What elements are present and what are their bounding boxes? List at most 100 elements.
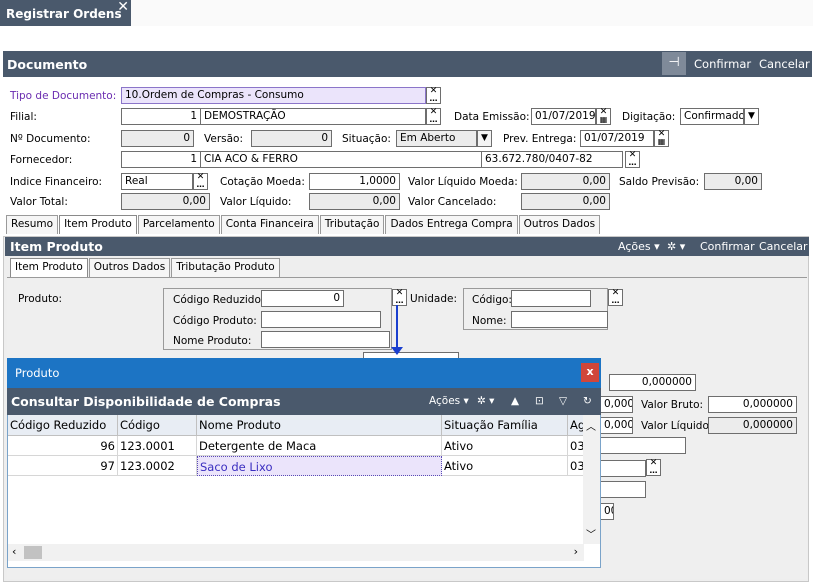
close-icon[interactable]: ✕ bbox=[117, 0, 129, 15]
table-cell[interactable]: 96 bbox=[8, 436, 118, 456]
item-cancel-button[interactable]: Cancelar bbox=[759, 240, 808, 253]
indice-input[interactable]: Real bbox=[121, 173, 193, 190]
produto-picker[interactable]: ✕… bbox=[392, 289, 407, 306]
extra-input-3[interactable] bbox=[600, 481, 646, 498]
extra-input-2[interactable] bbox=[600, 460, 646, 477]
fornecedor-code-input[interactable]: 1 bbox=[121, 151, 201, 168]
collapse-icon[interactable]: ▲ bbox=[511, 395, 519, 407]
fornecedor-label: Fornecedor: bbox=[10, 154, 73, 166]
tab-tributacao[interactable]: Tributação bbox=[319, 215, 385, 234]
col-nome-produto[interactable]: Nome Produto bbox=[197, 415, 442, 436]
subtab-outros-dados[interactable]: Outros Dados bbox=[88, 258, 171, 277]
vl-input: 0,00 bbox=[309, 193, 400, 210]
table-cell[interactable]: 03 bbox=[568, 456, 584, 476]
modal-settings-icon[interactable]: ✲ ▾ bbox=[477, 395, 494, 407]
quantidade-input[interactable]: 0,000000 bbox=[609, 374, 696, 391]
main-tabs: Resumo Item Produto Parcelamento Conta F… bbox=[6, 215, 601, 234]
tab-conta-financeira[interactable]: Conta Financeira bbox=[220, 215, 319, 234]
desconto-input[interactable]: 0,00000 bbox=[600, 417, 633, 434]
cancel-button[interactable]: Cancelar bbox=[759, 57, 810, 71]
nome-produto-input[interactable] bbox=[261, 331, 390, 348]
data-emissao-input[interactable]: 01/07/2019 bbox=[531, 108, 596, 125]
tipo-documento-picker[interactable]: ✕… bbox=[426, 87, 441, 104]
modal-close-button[interactable]: x bbox=[581, 363, 599, 382]
cod-produto-input[interactable] bbox=[261, 311, 381, 328]
scroll-up-icon[interactable]: ︿ bbox=[586, 418, 596, 433]
unidade-codigo-input[interactable] bbox=[511, 290, 591, 307]
digitacao-select[interactable]: Confirmado bbox=[680, 108, 744, 125]
refresh-icon[interactable]: ↻ bbox=[583, 395, 592, 407]
annotation-arrowhead bbox=[391, 347, 403, 355]
indice-picker[interactable]: ✕… bbox=[193, 173, 208, 190]
modal-subheader: Consultar Disponibilidade de Compras Açõ… bbox=[7, 388, 601, 415]
window-tab[interactable]: Registrar Ordens ✕ bbox=[0, 0, 131, 26]
export-icon[interactable]: ⊡ bbox=[535, 395, 544, 407]
table-cell[interactable]: 123.0001 bbox=[118, 436, 197, 456]
scroll-thumb[interactable] bbox=[24, 546, 42, 559]
fornecedor-picker[interactable]: ✕… bbox=[625, 151, 640, 168]
unidade-nome-input[interactable] bbox=[511, 311, 608, 328]
scroll-left-icon[interactable]: ‹ bbox=[12, 545, 16, 558]
vc-input: 0,00 bbox=[521, 193, 610, 210]
table-cell[interactable]: Ativo bbox=[442, 456, 568, 476]
unidade-picker[interactable]: ✕… bbox=[608, 289, 623, 306]
filial-label: Filial: bbox=[10, 111, 37, 123]
table-cell[interactable]: 97 bbox=[8, 456, 118, 476]
settings-icon[interactable]: ✲ ▾ bbox=[667, 240, 685, 253]
extra-input-4[interactable]: 00 bbox=[600, 503, 614, 520]
tab-dados-entrega[interactable]: Dados Entrega Compra bbox=[385, 215, 518, 234]
table-cell-selected[interactable]: Saco de Lixo bbox=[197, 456, 442, 476]
vlm-label: Valor Líquido Moeda: bbox=[408, 176, 518, 188]
scroll-right-icon[interactable]: › bbox=[574, 545, 578, 558]
modal-titlebar: Produto x bbox=[7, 358, 601, 388]
col-codigo[interactable]: Código bbox=[118, 415, 197, 436]
valor-liquido-label: Valor Líquido: bbox=[641, 420, 713, 432]
table-cell[interactable]: Ativo bbox=[442, 436, 568, 456]
table-cell[interactable]: 123.0002 bbox=[118, 456, 197, 476]
scroll-down-icon[interactable]: ﹀ bbox=[586, 526, 596, 541]
prev-entrega-input[interactable]: 01/07/2019 bbox=[580, 130, 654, 147]
unit-value-input[interactable]: 0,00000 bbox=[600, 396, 633, 413]
table-cell[interactable]: 03 bbox=[568, 436, 584, 456]
filial-code-input[interactable]: 1 bbox=[121, 108, 201, 125]
tab-item-produto[interactable]: Item Produto bbox=[59, 215, 137, 234]
col-cod-reduzido[interactable]: Código Reduzido bbox=[8, 415, 118, 436]
tab-parcelamento[interactable]: Parcelamento bbox=[137, 215, 220, 234]
filial-name-input[interactable]: DEMOSTRAÇÃO bbox=[200, 108, 426, 125]
valor-bruto-input[interactable]: 0,000000 bbox=[708, 396, 797, 413]
data-emissao-label: Data Emissão: bbox=[454, 111, 530, 123]
extra-picker[interactable]: ✕… bbox=[646, 459, 661, 476]
cotacao-input[interactable]: 1,0000 bbox=[309, 173, 400, 190]
tab-outros-dados[interactable]: Outros Dados bbox=[518, 215, 601, 234]
filial-picker[interactable]: ✕… bbox=[426, 108, 441, 125]
fornecedor-name-input[interactable]: CIA ACO & FERRO bbox=[200, 151, 482, 168]
chevron-down-icon[interactable]: ▼ bbox=[477, 130, 492, 147]
chevron-down-icon[interactable]: ▼ bbox=[744, 108, 759, 125]
fornecedor-cnpj-input[interactable]: 63.672.780/0407-82 bbox=[481, 151, 623, 168]
col-situacao[interactable]: Situação Família bbox=[442, 415, 568, 436]
modal-acoes-menu[interactable]: Ações ▾ bbox=[429, 395, 469, 407]
tipo-documento-input[interactable]: 10.Ordem de Compras - Consumo bbox=[121, 87, 426, 104]
prev-entrega-calendar[interactable]: ✕ ▦ bbox=[654, 130, 669, 147]
tab-resumo[interactable]: Resumo bbox=[6, 215, 59, 234]
subtab-item-produto[interactable]: Item Produto bbox=[10, 258, 88, 277]
confirm-button[interactable]: Confirmar bbox=[694, 57, 751, 71]
extra-input-1[interactable] bbox=[600, 437, 686, 454]
horizontal-scrollbar[interactable]: ‹ › bbox=[8, 544, 584, 561]
pin-icon[interactable]: ⊣ bbox=[662, 52, 686, 75]
digitacao-label: Digitação: bbox=[622, 111, 676, 123]
col-ag[interactable]: Ag bbox=[568, 415, 584, 436]
item-confirm-button[interactable]: Confirmar bbox=[700, 240, 755, 253]
subtab-tributacao-produto[interactable]: Tributação Produto bbox=[171, 258, 280, 277]
filter-icon[interactable]: ▽ bbox=[559, 395, 567, 407]
data-emissao-calendar[interactable]: ✕ ▦ bbox=[596, 108, 611, 125]
documento-header: Documento ⊣ Confirmar Cancelar bbox=[3, 51, 812, 77]
acoes-menu[interactable]: Ações ▾ bbox=[618, 240, 660, 253]
cod-reduzido-input[interactable]: 0 bbox=[261, 290, 344, 307]
vc-label: Valor Cancelado: bbox=[408, 196, 497, 208]
table-cell[interactable]: Detergente de Maca bbox=[197, 436, 442, 456]
cod-produto-label: Código Produto: bbox=[173, 315, 257, 327]
vl-label: Valor Líquido: bbox=[220, 196, 292, 208]
ndoc-label: Nº Documento: bbox=[10, 133, 91, 145]
vertical-scrollbar[interactable]: ︿ ﹀ bbox=[583, 415, 600, 544]
